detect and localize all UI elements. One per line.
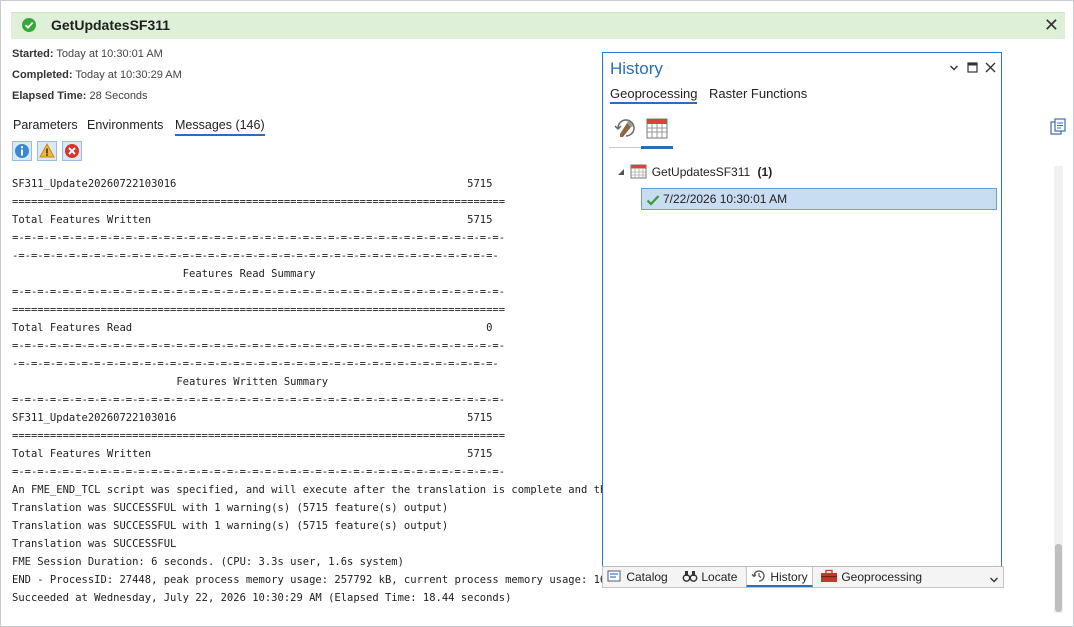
dock-tab-strip: Catalog Locate History Geoprocessing — [602, 566, 1004, 588]
maximize-icon[interactable] — [967, 61, 978, 76]
tab-parameters[interactable]: Parameters — [13, 118, 78, 132]
message-line: FME Session Duration: 6 seconds. (CPU: 3… — [12, 556, 404, 568]
message-line: Translation was SUCCESSFUL with 1 warnin… — [12, 520, 449, 532]
tab-raster-functions[interactable]: Raster Functions — [709, 86, 807, 101]
completed-label: Completed: — [12, 69, 73, 81]
info-icon — [15, 144, 29, 158]
messages-scrollbar[interactable] — [1054, 166, 1063, 613]
tab-geoprocessing[interactable]: Geoprocessing — [610, 86, 698, 104]
tab-environments[interactable]: Environments — [87, 118, 163, 132]
message-line: An FME_END_TCL script was specified, and… — [12, 484, 607, 496]
message-line: =-=-=-=-=-=-=-=-=-=-=-=-=-=-=-=-=-=-=-=-… — [12, 340, 506, 352]
result-window: GetUpdatesSF311 ✕ Started: Today at 10:3… — [0, 0, 1074, 627]
history-entry-time: 7/22/2026 10:30:01 AM — [663, 192, 788, 206]
message-line: Total Features Written 5715 — [12, 214, 493, 226]
message-line: SF311_Update20260722103016 5715 — [12, 412, 493, 424]
elapsed-label: Elapsed Time: — [12, 90, 87, 102]
dock-tab-history[interactable]: History — [746, 567, 813, 587]
success-check-icon — [22, 18, 36, 32]
success-banner: GetUpdatesSF311 ✕ — [11, 12, 1065, 39]
message-line: END - ProcessID: 27448, peak process mem… — [12, 574, 607, 586]
message-line: Succeeded at Wednesday, July 22, 2026 10… — [12, 592, 512, 604]
elapsed-value: 28 Seconds — [89, 90, 148, 102]
message-line: =-=-=-=-=-=-=-=-=-=-=-=-=-=-=-=-=-=-=-=-… — [12, 232, 506, 244]
binoculars-icon — [682, 571, 698, 582]
history-tool-name: GetUpdatesSF311 — [651, 165, 751, 179]
message-line: ========================================… — [12, 304, 506, 316]
history-tool-count: (1) — [757, 165, 773, 179]
message-line: Features Written Summary — [12, 376, 329, 388]
history-entry[interactable]: 7/22/2026 10:30:01 AM — [641, 188, 997, 210]
message-line: =-=-=-=-=-=-=-=-=-=-=-=-=-=-=-=-=-=-=-=-… — [12, 286, 506, 298]
message-line: Translation was SUCCESSFUL — [12, 538, 177, 550]
history-tool-node[interactable]: GetUpdatesSF311 (1) — [617, 163, 772, 179]
dock-tab-catalog[interactable]: Catalog — [607, 567, 668, 587]
close-icon[interactable]: ✕ — [1044, 14, 1059, 36]
message-line: -=-=-=-=-=-=-=-=-=-=-=-=-=-=-=-=-=-=-=-=… — [12, 250, 499, 262]
copy-icon[interactable] — [1050, 118, 1066, 141]
tab-messages[interactable]: Messages (146) — [175, 118, 265, 136]
message-line: -=-=-=-=-=-=-=-=-=-=-=-=-=-=-=-=-=-=-=-=… — [12, 358, 499, 370]
error-filter-button[interactable] — [62, 141, 82, 161]
dock-overflow-chevron-icon[interactable] — [989, 573, 999, 587]
history-pane: History Geoprocessing Raster Functions G… — [602, 52, 1002, 586]
message-line: =-=-=-=-=-=-=-=-=-=-=-=-=-=-=-=-=-=-=-=-… — [12, 394, 506, 406]
collapse-triangle-icon[interactable] — [617, 165, 628, 179]
calendar-icon[interactable] — [645, 116, 669, 145]
started-line: Started: Today at 10:30:01 AM — [12, 48, 163, 60]
dock-tab-label: History — [770, 570, 808, 584]
message-line: Total Features Written 5715 — [12, 448, 493, 460]
history-clock-icon — [751, 570, 765, 582]
error-icon — [65, 144, 79, 158]
dock-tab-locate[interactable]: Locate — [682, 567, 737, 587]
message-line: ========================================… — [12, 430, 506, 442]
history-title: History — [610, 59, 663, 78]
warning-filter-button[interactable] — [37, 141, 57, 161]
tool-history-icon[interactable] — [613, 115, 639, 146]
pane-close-icon[interactable] — [985, 61, 996, 76]
tool-calendar-icon — [630, 164, 651, 179]
message-line: SF311_Update20260722103016 5715 — [12, 178, 493, 190]
message-line: ========================================… — [12, 196, 506, 208]
message-line: Total Features Read 0 — [12, 322, 493, 334]
toolbox-icon — [821, 569, 837, 582]
completed-line: Completed: Today at 10:30:29 AM — [12, 69, 182, 81]
entry-check-icon — [646, 192, 660, 212]
catalog-icon — [607, 570, 621, 582]
completed-value: Today at 10:30:29 AM — [75, 69, 182, 81]
chevron-down-icon[interactable] — [949, 61, 959, 76]
started-value: Today at 10:30:01 AM — [56, 48, 163, 60]
message-line: Translation was SUCCESSFUL with 1 warnin… — [12, 502, 449, 514]
dock-tab-label: Locate — [701, 570, 738, 584]
info-filter-button[interactable] — [12, 141, 32, 161]
tool-title: GetUpdatesSF311 — [51, 17, 171, 33]
warning-icon — [39, 142, 55, 158]
dock-tab-label: Catalog — [626, 570, 668, 584]
dock-tab-label: Geoprocessing — [841, 570, 923, 584]
scrollbar-thumb[interactable] — [1055, 544, 1062, 612]
history-view-toggles — [609, 115, 989, 149]
started-label: Started: — [12, 48, 54, 60]
messages-log: SF311_Update20260722103016 5715 =========… — [12, 175, 607, 615]
message-line: Features Read Summary — [12, 268, 316, 280]
dock-tab-geoprocessing[interactable]: Geoprocessing — [820, 567, 922, 587]
active-toggle-indicator — [641, 146, 673, 149]
message-line: =-=-=-=-=-=-=-=-=-=-=-=-=-=-=-=-=-=-=-=-… — [12, 466, 506, 478]
elapsed-line: Elapsed Time: 28 Seconds — [12, 90, 148, 102]
